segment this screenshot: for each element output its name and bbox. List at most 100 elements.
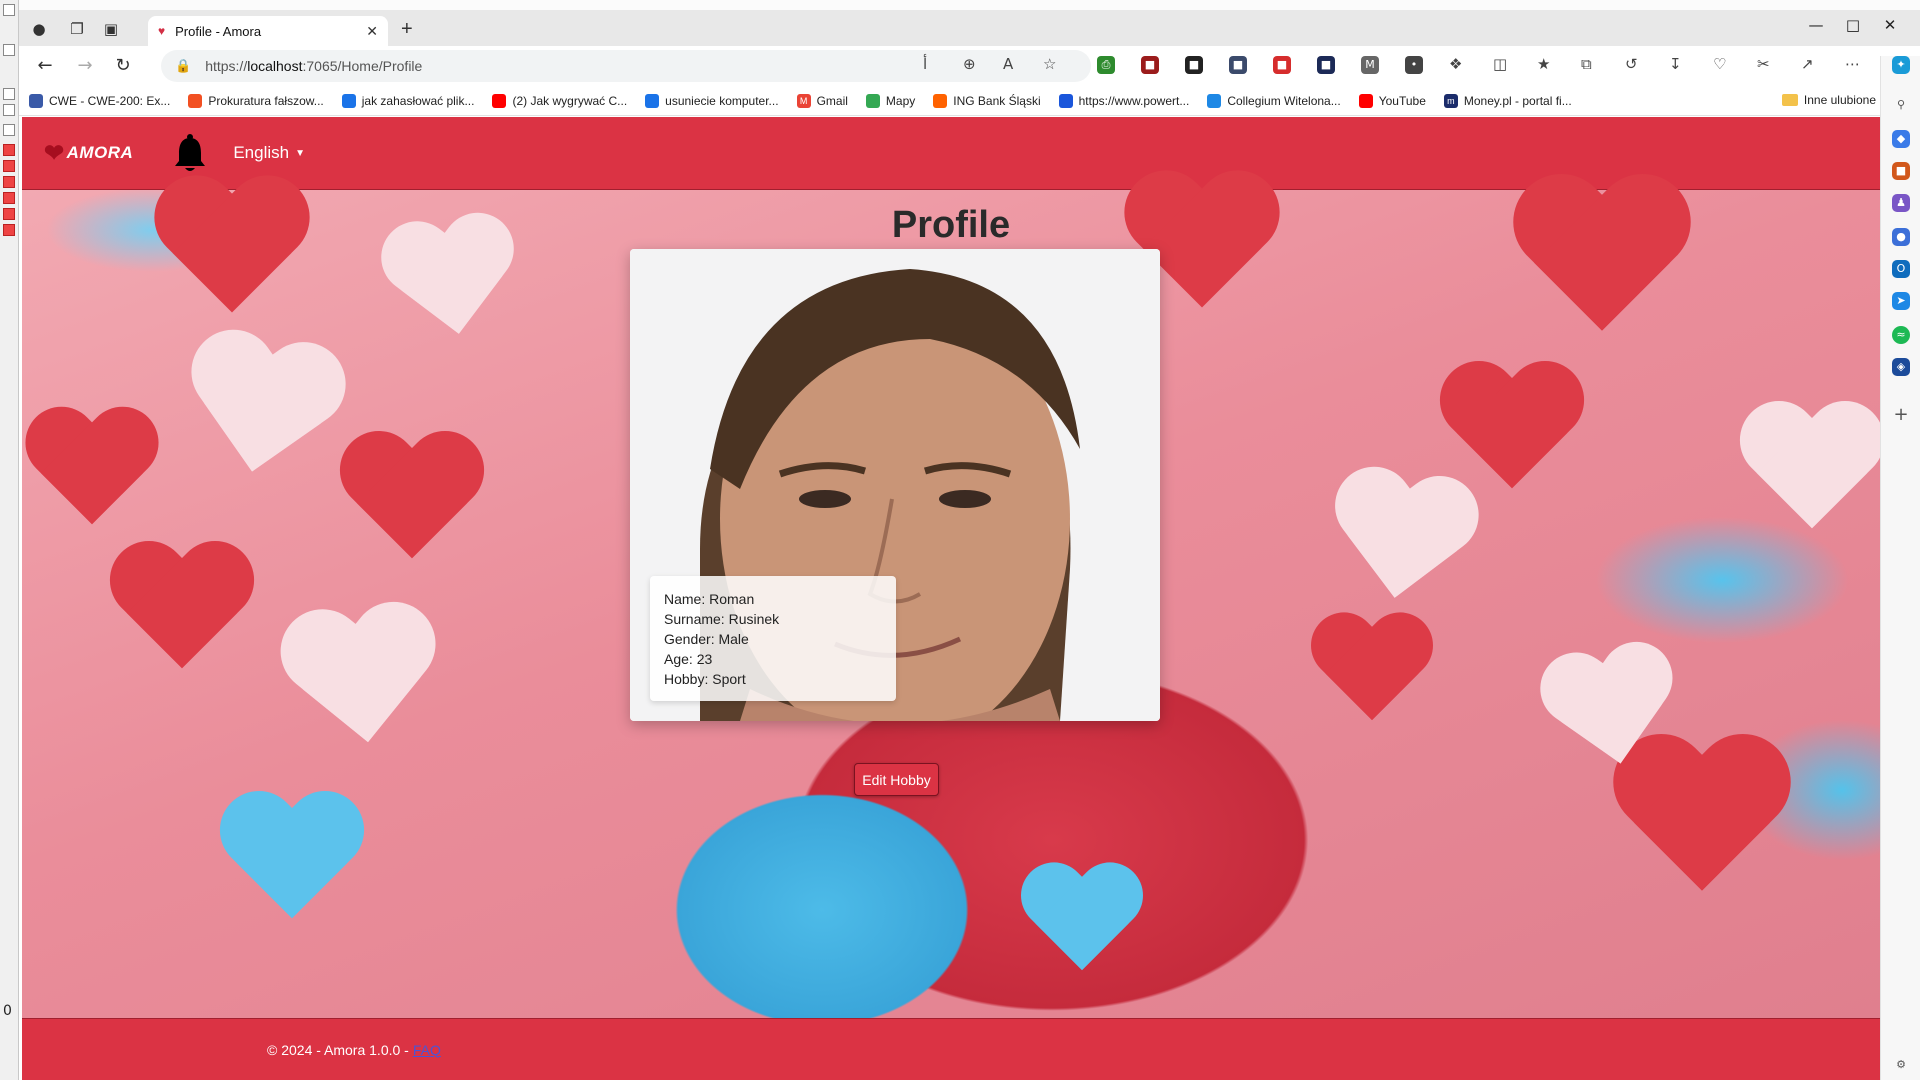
host-pdf-icon[interactable] bbox=[3, 176, 15, 188]
bookmark-item[interactable]: Collegium Witelona... bbox=[1207, 93, 1341, 108]
heart-decoration-icon bbox=[104, 544, 260, 687]
bookmark-item[interactable]: ING Bank Śląski bbox=[933, 93, 1041, 108]
sidebar-settings-icon[interactable]: ⚙ bbox=[1892, 1056, 1910, 1074]
host-icon[interactable] bbox=[3, 104, 15, 116]
other-favorites-folder[interactable]: Inne ulubione bbox=[1781, 93, 1876, 107]
brand-name: AMORA bbox=[66, 143, 134, 162]
amora-logo[interactable]: ❤ AMORA bbox=[44, 139, 133, 168]
heart-decoration-icon bbox=[214, 794, 370, 937]
bookmark-item[interactable]: (2) Jak wygrywać C... bbox=[492, 93, 628, 108]
bookmark-item[interactable]: CWE - CWE-200: Ex... bbox=[29, 93, 170, 108]
extension-adblock-icon[interactable]: ■ bbox=[1141, 56, 1159, 74]
host-icon[interactable] bbox=[3, 44, 15, 56]
heart-decoration-icon bbox=[1315, 463, 1489, 626]
shopping-icon[interactable]: ◆ bbox=[1892, 130, 1910, 148]
profile-name: Name: Roman bbox=[664, 591, 755, 607]
minimize-button[interactable]: — bbox=[1801, 16, 1831, 34]
share-icon[interactable]: ↗ bbox=[1801, 55, 1814, 73]
web-page: ❤ AMORA English ▼ Profile Name: Roman Su… bbox=[22, 117, 1880, 1080]
footer-copyright: © 2024 - Amora 1.0.0 - bbox=[267, 1041, 409, 1058]
host-pdf-icon[interactable] bbox=[3, 144, 15, 156]
favorite-star-icon[interactable]: ☆ bbox=[1043, 55, 1056, 73]
telegram-icon[interactable]: ➤ bbox=[1892, 292, 1910, 310]
sidebar-app-icon[interactable]: ◈ bbox=[1892, 358, 1910, 376]
split-screen-icon[interactable]: ◫ bbox=[1493, 55, 1507, 73]
tab-actions-icon[interactable]: ▣ bbox=[101, 20, 121, 38]
bookmark-item[interactable]: m Money.pl - portal fi... bbox=[1443, 93, 1572, 108]
money-pl-icon: m bbox=[1443, 93, 1458, 108]
host-pdf-icon[interactable] bbox=[3, 192, 15, 204]
bookmark-item[interactable]: M Gmail bbox=[796, 93, 848, 108]
language-dropdown[interactable]: English ▼ bbox=[233, 143, 305, 163]
extension-m-icon[interactable]: M bbox=[1361, 56, 1379, 74]
favorites-icon[interactable]: ★ bbox=[1537, 55, 1550, 73]
host-pdf-icon[interactable] bbox=[3, 224, 15, 236]
back-button[interactable]: ← bbox=[33, 55, 57, 76]
browser-toolbar: ← → ↻ 🔒 https:// localhost :7065/Home/Pr… bbox=[19, 46, 1920, 86]
bookmark-favicon-icon bbox=[1058, 93, 1073, 108]
forward-button[interactable]: → bbox=[73, 55, 97, 76]
bookmark-item[interactable]: jak zahasłować plik... bbox=[341, 93, 474, 108]
address-bar[interactable]: 🔒 https:// localhost :7065/Home/Profile bbox=[161, 50, 1091, 82]
heart-decoration-icon bbox=[1530, 638, 1695, 793]
extension-icon[interactable]: ■ bbox=[1185, 56, 1203, 74]
search-icon[interactable]: ⚲ bbox=[1892, 96, 1910, 114]
extension-icon[interactable]: ■ bbox=[1317, 56, 1335, 74]
microsoft365-icon[interactable]: ● bbox=[1892, 228, 1910, 246]
downloads-icon[interactable]: ↧ bbox=[1669, 55, 1682, 73]
zoom-icon[interactable]: ⊕ bbox=[963, 55, 976, 73]
edit-hobby-button[interactable]: Edit Hobby bbox=[854, 763, 939, 796]
maximize-button[interactable]: □ bbox=[1838, 16, 1868, 34]
search-icon bbox=[645, 93, 660, 108]
history-icon[interactable]: ↺ bbox=[1625, 55, 1638, 73]
close-window-button[interactable]: ✕ bbox=[1875, 16, 1905, 34]
more-menu-icon[interactable]: ⋯ bbox=[1845, 55, 1860, 73]
notification-bell-icon[interactable] bbox=[173, 133, 207, 173]
performance-icon[interactable]: ♡ bbox=[1713, 55, 1726, 73]
refresh-button[interactable]: ↻ bbox=[111, 55, 135, 76]
page-title: Profile bbox=[891, 204, 1011, 246]
tab-profile[interactable]: ♥ Profile - Amora ✕ bbox=[148, 16, 388, 46]
extensions-puzzle-icon[interactable]: ❖ bbox=[1449, 55, 1462, 73]
extension-printer-icon[interactable]: ⎙ bbox=[1097, 56, 1115, 74]
games-icon[interactable]: ♟ bbox=[1892, 194, 1910, 212]
faq-link[interactable]: FAQ bbox=[413, 1042, 441, 1058]
translate-icon[interactable]: أ bbox=[923, 55, 927, 73]
bookmark-item[interactable]: YouTube bbox=[1358, 93, 1426, 108]
extension-icon[interactable]: • bbox=[1405, 56, 1423, 74]
bookmark-item[interactable]: Mapy bbox=[865, 93, 915, 108]
host-pdf-icon[interactable] bbox=[3, 160, 15, 172]
read-aloud-icon[interactable]: A bbox=[1003, 55, 1013, 73]
collections-icon[interactable]: ⧉ bbox=[1581, 55, 1592, 73]
browser-window: ● ❐ ▣ ♥ Profile - Amora ✕ + — □ ✕ ← → ↻ … bbox=[19, 10, 1920, 1080]
bookmark-item[interactable]: Prokuratura fałszow... bbox=[188, 93, 324, 108]
host-icon[interactable] bbox=[3, 124, 15, 136]
host-icon[interactable] bbox=[3, 88, 15, 100]
screenshot-icon[interactable]: ✂ bbox=[1757, 55, 1770, 73]
copilot-icon[interactable]: ✦ bbox=[1892, 56, 1910, 74]
new-tab-button[interactable]: + bbox=[401, 18, 413, 41]
profile-gender: Gender: Male bbox=[664, 631, 749, 647]
profile-content: Profile Name: Roman Surname: Rusinek Gen… bbox=[22, 190, 1880, 1018]
profile-icon[interactable]: ● bbox=[29, 20, 49, 38]
extension-shield-icon[interactable]: ■ bbox=[1229, 56, 1247, 74]
maps-icon bbox=[865, 93, 880, 108]
language-label: English bbox=[233, 143, 290, 162]
workspaces-icon[interactable]: ❐ bbox=[67, 20, 87, 38]
bookmark-item[interactable]: usuniecie komputer... bbox=[645, 93, 779, 108]
bookmark-favicon-icon bbox=[188, 93, 203, 108]
host-pdf-icon[interactable] bbox=[3, 208, 15, 220]
tab-title: Profile - Amora bbox=[175, 23, 262, 39]
extension-icon[interactable]: ■ bbox=[1273, 56, 1291, 74]
lock-icon[interactable]: 🔒 bbox=[175, 58, 191, 74]
bookmark-label: (2) Jak wygrywać C... bbox=[512, 93, 628, 108]
add-sidebar-app-icon[interactable]: + bbox=[1892, 406, 1910, 424]
bookmark-item[interactable]: https://www.powert... bbox=[1058, 93, 1189, 108]
bookmark-label: Collegium Witelona... bbox=[1227, 93, 1341, 108]
outlook-icon[interactable]: O bbox=[1892, 260, 1910, 278]
tools-icon[interactable]: ■ bbox=[1892, 162, 1910, 180]
bookmark-label: usuniecie komputer... bbox=[665, 93, 779, 108]
close-tab-icon[interactable]: ✕ bbox=[366, 23, 378, 40]
spotify-icon[interactable]: ≈ bbox=[1892, 326, 1910, 344]
host-icon[interactable] bbox=[3, 4, 15, 16]
